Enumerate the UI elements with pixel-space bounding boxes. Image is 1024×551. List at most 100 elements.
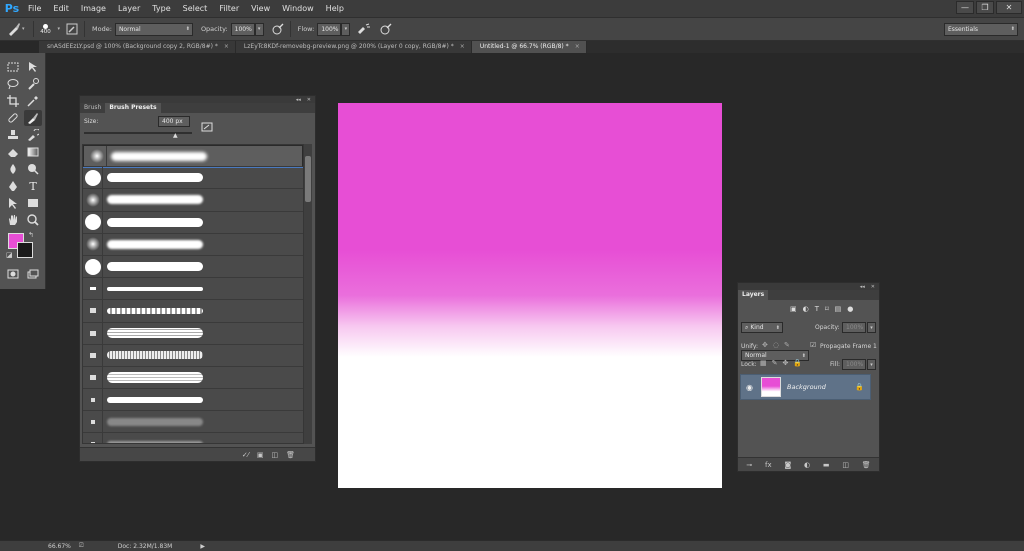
swap-colors-icon[interactable]: ↰ xyxy=(28,231,34,239)
tab-layers[interactable]: Layers xyxy=(738,290,769,300)
close-panel-icon[interactable]: ✕ xyxy=(871,284,875,290)
document-tab[interactable]: snASdEEzLY.psd @ 100% (Background copy 2… xyxy=(39,41,236,53)
list-item[interactable] xyxy=(83,167,303,190)
document-tab-active[interactable]: Untitled-1 @ 66.7% (RGB/8) * × xyxy=(471,41,587,53)
lock-transparency-icon[interactable]: ▦ xyxy=(760,359,767,367)
zoom-tool-icon[interactable] xyxy=(24,212,42,228)
zoom-readout[interactable]: 66.67% xyxy=(48,543,71,550)
list-item[interactable] xyxy=(83,344,303,367)
propagate-checkbox[interactable]: ☑ xyxy=(810,341,816,349)
export-icon[interactable]: ⎚ xyxy=(79,542,84,550)
fill-slider-button[interactable]: ▾ xyxy=(867,359,876,370)
layer-opacity-slider-button[interactable]: ▾ xyxy=(867,322,876,333)
layer-opacity-field[interactable]: 100% xyxy=(842,322,866,333)
list-item[interactable] xyxy=(83,411,303,434)
status-menu-arrow[interactable]: ▶ xyxy=(200,543,205,550)
tab-brush[interactable]: Brush xyxy=(80,103,105,113)
menu-select[interactable]: Select xyxy=(177,0,214,17)
layer-filter-select[interactable]: ⌕ Kind ⬍ xyxy=(741,322,783,333)
path-selection-tool-icon[interactable] xyxy=(4,195,22,211)
link-layers-icon[interactable]: ⊸ xyxy=(746,461,752,469)
opacity-field[interactable]: 100% xyxy=(230,22,255,36)
close-tab-icon[interactable]: × xyxy=(575,43,580,50)
panel-titlebar[interactable]: ◂◂ ✕ xyxy=(738,283,879,290)
layer-style-icon[interactable]: fx xyxy=(765,461,772,469)
menu-help[interactable]: Help xyxy=(320,0,350,17)
hand-tool-icon[interactable] xyxy=(4,212,22,228)
toggle-brush-panel-icon[interactable]: ✓⁄ xyxy=(242,451,249,459)
brush-list-scrollbar[interactable] xyxy=(304,144,312,444)
brush-size-field[interactable]: 400 px xyxy=(158,116,190,127)
tab-brush-presets[interactable]: Brush Presets xyxy=(105,103,161,113)
history-brush-tool-icon[interactable] xyxy=(24,127,42,143)
collapse-icon[interactable]: ◂◂ xyxy=(860,284,865,290)
close-tab-icon[interactable]: × xyxy=(224,43,229,50)
eyedropper-tool-icon[interactable] xyxy=(24,93,42,109)
flow-slider-button[interactable]: ▾ xyxy=(341,22,351,36)
unify-visibility-icon[interactable]: ◌ xyxy=(773,341,779,349)
lasso-tool-icon[interactable] xyxy=(4,76,22,92)
maximize-button[interactable]: ❐ xyxy=(976,1,994,14)
pressure-size-icon[interactable] xyxy=(378,21,394,37)
new-brush-icon[interactable]: ◫ xyxy=(271,451,278,459)
list-item[interactable] xyxy=(83,389,303,412)
menu-window[interactable]: Window xyxy=(276,0,320,17)
filter-toggle-icon[interactable]: ● xyxy=(847,305,853,313)
dodge-tool-icon[interactable] xyxy=(24,161,42,177)
layer-row[interactable]: ◉ Background 🔒 xyxy=(740,374,871,400)
brush-tool-icon[interactable] xyxy=(24,110,42,126)
document-canvas[interactable] xyxy=(338,103,722,488)
tool-preset-dropdown-icon[interactable]: ▾ xyxy=(22,26,25,32)
quick-select-tool-icon[interactable] xyxy=(24,76,42,92)
new-layer-icon[interactable]: ◫ xyxy=(842,461,849,469)
adjustment-filter-icon[interactable]: ◐ xyxy=(803,305,809,313)
close-button[interactable]: ✕ xyxy=(996,1,1022,14)
mode-select[interactable]: Normal ⬍ xyxy=(114,22,193,36)
list-item[interactable] xyxy=(83,211,303,234)
group-icon[interactable]: ▬ xyxy=(823,461,830,469)
rectangle-tool-icon[interactable] xyxy=(24,195,42,211)
menu-image[interactable]: Image xyxy=(75,0,112,17)
menu-type[interactable]: Type xyxy=(146,0,176,17)
brush-preset-list[interactable] xyxy=(82,144,304,444)
type-filter-icon[interactable]: T xyxy=(815,305,819,313)
new-preset-icon[interactable] xyxy=(201,122,213,132)
shape-filter-icon[interactable]: ⌑ xyxy=(825,305,829,313)
document-tab[interactable]: LzEyTc8KDf-removebg-preview.png @ 200% (… xyxy=(235,41,472,53)
pen-tool-icon[interactable] xyxy=(4,178,22,194)
fill-field[interactable]: 100% xyxy=(842,359,866,370)
airbrush-icon[interactable] xyxy=(356,21,372,37)
list-item[interactable] xyxy=(83,278,303,301)
delete-brush-icon[interactable]: 🗑 xyxy=(286,451,295,459)
list-item[interactable] xyxy=(83,322,303,345)
crop-tool-icon[interactable] xyxy=(4,93,22,109)
brush-panel-toggle-icon[interactable] xyxy=(64,21,80,37)
scrollbar-thumb[interactable] xyxy=(305,156,311,202)
gradient-tool-icon[interactable] xyxy=(24,144,42,160)
list-item[interactable] xyxy=(83,366,303,390)
background-color-swatch[interactable] xyxy=(17,242,33,258)
list-item[interactable] xyxy=(83,255,303,279)
close-tab-icon[interactable]: × xyxy=(460,43,465,50)
workspace-select[interactable]: Essentials ⬍ xyxy=(944,22,1018,36)
brush-preset-picker[interactable]: 400 xyxy=(38,23,54,35)
collapse-icon[interactable]: ◂◂ xyxy=(296,97,301,103)
menu-file[interactable]: File xyxy=(22,0,47,17)
clone-stamp-tool-icon[interactable] xyxy=(4,127,22,143)
eye-icon[interactable]: ◉ xyxy=(746,383,753,392)
list-item[interactable] xyxy=(83,300,303,323)
delete-layer-icon[interactable]: 🗑 xyxy=(862,461,871,469)
lock-pixels-icon[interactable]: ✎ xyxy=(772,359,778,367)
pressure-opacity-icon[interactable] xyxy=(270,21,286,37)
menu-filter[interactable]: Filter xyxy=(213,0,245,17)
create-brush-icon[interactable]: ▣ xyxy=(257,451,264,459)
list-item[interactable] xyxy=(83,433,303,443)
panel-titlebar[interactable]: ◂◂ ✕ xyxy=(80,96,315,103)
marquee-tool-icon[interactable] xyxy=(4,59,22,75)
pixel-filter-icon[interactable]: ▣ xyxy=(790,305,797,313)
menu-edit[interactable]: Edit xyxy=(47,0,75,17)
close-panel-icon[interactable]: ✕ xyxy=(307,97,311,103)
blur-tool-icon[interactable] xyxy=(4,161,22,177)
smart-object-filter-icon[interactable]: ▤ xyxy=(835,305,842,313)
size-slider-handle[interactable]: ▲ xyxy=(173,132,178,139)
